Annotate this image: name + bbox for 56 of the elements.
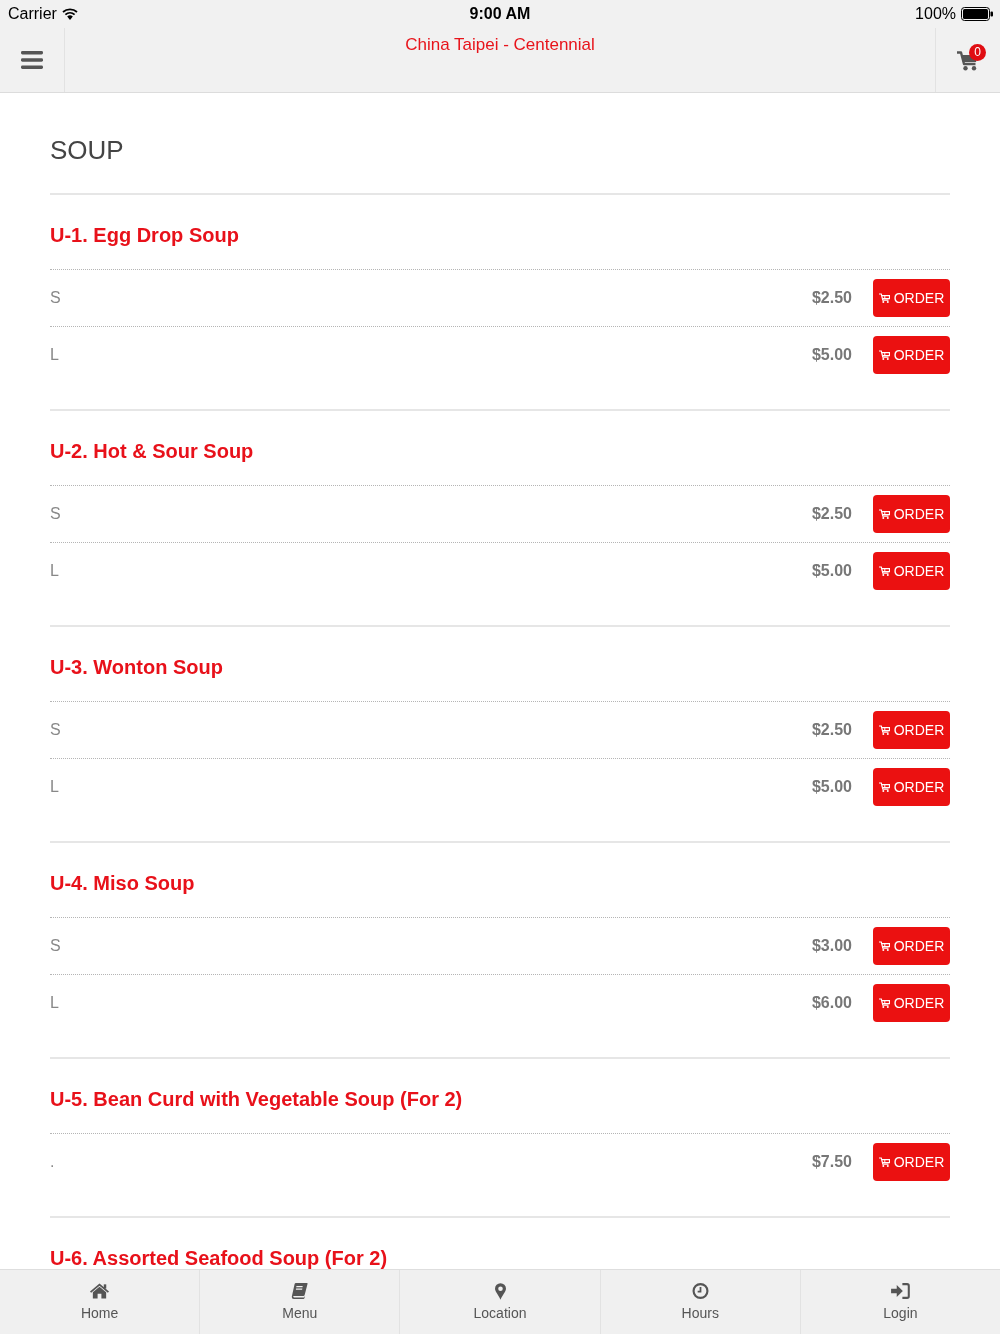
cart-icon bbox=[878, 566, 890, 576]
dish-name: U-3. Wonton Soup bbox=[50, 656, 224, 678]
order-button[interactable]: ORDER bbox=[873, 336, 950, 374]
size-label: L bbox=[50, 994, 60, 1012]
price: $5.00 bbox=[811, 346, 852, 364]
dish-name: U-6. Assorted Seafood Soup (For 2) bbox=[50, 1247, 389, 1269]
cart-icon bbox=[878, 1157, 890, 1167]
location-pin-icon bbox=[494, 1283, 506, 1300]
dish-name: U-5. Bean Curd with Vegetable Soup (For 2) bbox=[50, 1088, 464, 1110]
order-button[interactable]: ORDER bbox=[873, 984, 950, 1022]
size-label: L bbox=[50, 346, 60, 364]
cart-count-badge: 0 bbox=[969, 44, 986, 61]
order-button[interactable]: ORDER bbox=[873, 552, 950, 590]
size-label: L bbox=[50, 778, 60, 796]
carrier-name: Carrier bbox=[8, 5, 57, 23]
cart-icon bbox=[878, 293, 890, 303]
order-button[interactable]: ORDER bbox=[873, 711, 950, 749]
cart-icon bbox=[878, 725, 890, 735]
dish-name: U-4. Miso Soup bbox=[50, 872, 196, 894]
battery-icon bbox=[961, 7, 993, 21]
cart-icon bbox=[878, 998, 890, 1008]
price: $7.50 bbox=[811, 1153, 852, 1171]
order-button[interactable]: ORDER bbox=[873, 279, 950, 317]
price: $2.50 bbox=[811, 289, 852, 307]
price: $5.00 bbox=[811, 562, 852, 580]
size-label: S bbox=[50, 505, 62, 523]
size-label: S bbox=[50, 289, 62, 307]
size-label: S bbox=[50, 937, 62, 955]
dish-name: U-2. Hot & Sour Soup bbox=[50, 440, 255, 462]
order-button[interactable]: ORDER bbox=[873, 1143, 950, 1181]
clock-icon bbox=[690, 1283, 710, 1299]
cart-icon bbox=[878, 782, 890, 792]
cart-icon bbox=[878, 941, 890, 951]
home-icon bbox=[90, 1283, 110, 1299]
book-icon bbox=[290, 1283, 310, 1299]
price: $6.00 bbox=[811, 994, 852, 1012]
size-label: L bbox=[50, 562, 60, 580]
menu-icon bbox=[21, 51, 43, 69]
cart-icon bbox=[878, 509, 890, 519]
wifi-icon bbox=[61, 8, 78, 20]
price: $5.00 bbox=[811, 778, 852, 796]
dish-name: U-1. Egg Drop Soup bbox=[50, 224, 240, 246]
price: $2.50 bbox=[811, 721, 852, 739]
order-button[interactable]: ORDER bbox=[873, 768, 950, 806]
battery-percent: 100% bbox=[915, 5, 956, 23]
restaurant-title: China Taipei - Centennial bbox=[405, 35, 595, 55]
category-title: SOUP bbox=[50, 134, 125, 166]
price: $2.50 bbox=[811, 505, 852, 523]
cart-icon bbox=[878, 350, 890, 360]
order-button[interactable]: ORDER bbox=[873, 495, 950, 533]
size-label: . bbox=[50, 1153, 56, 1171]
clock-time: 9:00 AM bbox=[469, 5, 531, 23]
sign-in-icon bbox=[890, 1283, 910, 1299]
price: $3.00 bbox=[811, 937, 852, 955]
order-button[interactable]: ORDER bbox=[873, 927, 950, 965]
size-label: S bbox=[50, 721, 62, 739]
